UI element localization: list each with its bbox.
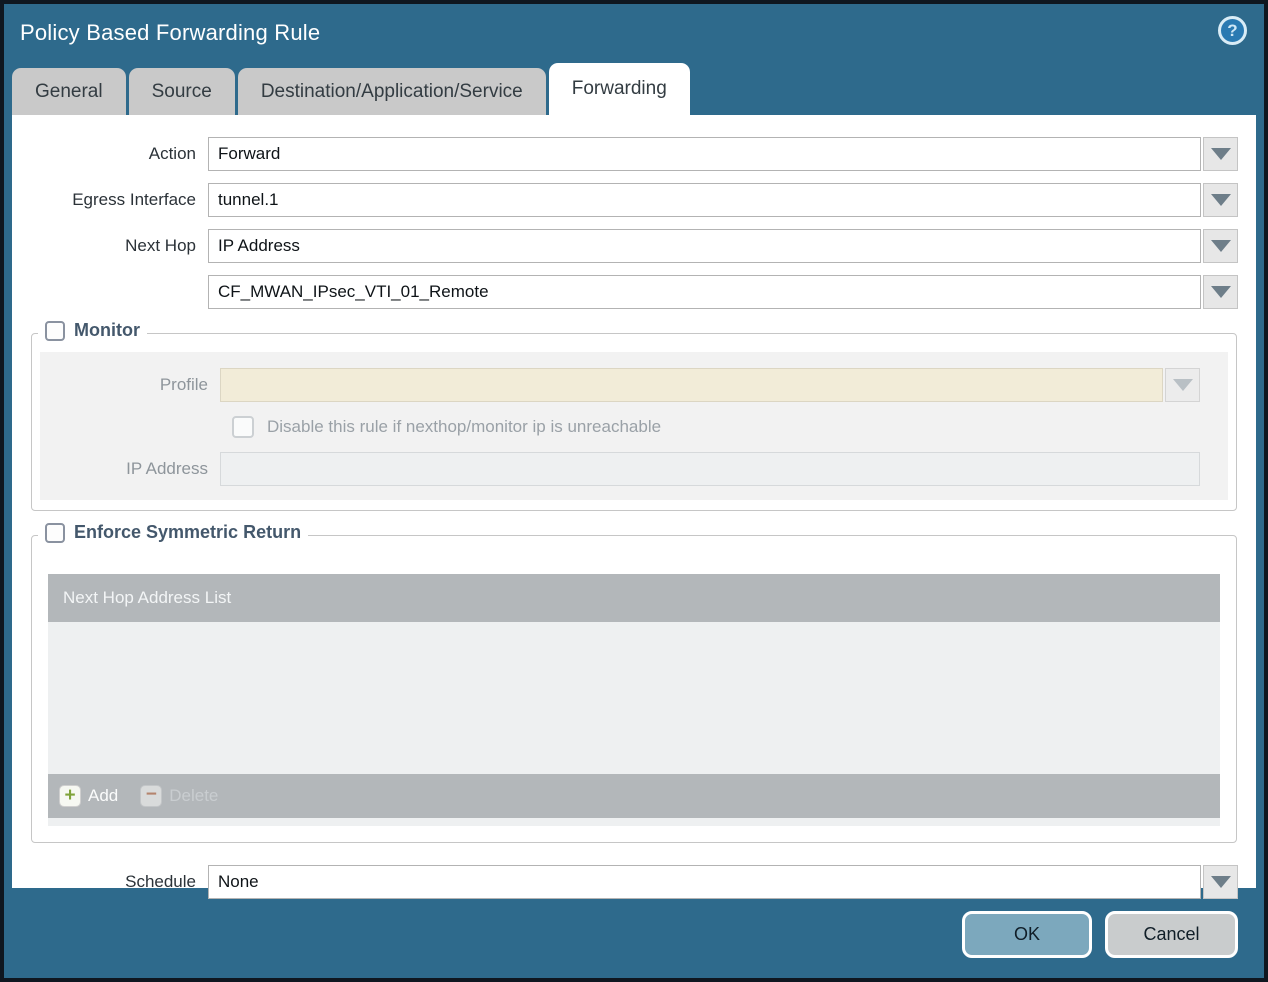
ok-button[interactable]: OK — [962, 911, 1092, 958]
add-button[interactable]: + Add — [59, 785, 118, 807]
minus-icon: − — [140, 785, 163, 807]
action-dropdown-button[interactable] — [1203, 137, 1238, 171]
help-glyph: ? — [1227, 20, 1238, 40]
add-button-label: Add — [88, 786, 119, 805]
policy-based-forwarding-dialog: Policy Based Forwarding Rule ? General S… — [0, 0, 1268, 982]
monitor-legend: Monitor — [38, 320, 147, 341]
monitor-legend-label: Monitor — [74, 320, 140, 340]
chevron-down-icon — [1210, 286, 1231, 298]
plus-icon: + — [59, 785, 81, 807]
egress-interface-label: Egress Interface — [72, 190, 196, 209]
tab-content-forwarding: Action Forward Egress Interface tunnel.1… — [12, 115, 1256, 899]
enforce-symmetric-return-legend-label: Enforce Symmetric Return — [74, 522, 302, 542]
dialog-titlebar: Policy Based Forwarding Rule — [4, 4, 1264, 62]
disable-rule-row: Disable this rule if nexthop/monitor ip … — [232, 416, 1228, 438]
chevron-down-icon — [1210, 194, 1231, 206]
enforce-symmetric-return-checkbox[interactable] — [45, 522, 65, 543]
chevron-down-icon — [1210, 148, 1231, 160]
next-hop-address-list-header-label: Next Hop Address List — [63, 588, 232, 607]
action-label: Action — [148, 144, 196, 163]
delete-button[interactable]: − Delete — [140, 785, 218, 807]
dialog-footer: OK Cancel — [962, 911, 1238, 958]
next-hop-address-select[interactable]: CF_MWAN_IPsec_VTI_01_Remote — [208, 275, 1201, 309]
egress-interface-row: Egress Interface tunnel.1 — [12, 183, 1238, 217]
egress-interface-dropdown-button[interactable] — [1203, 183, 1238, 217]
tab-source[interactable]: Source — [128, 68, 235, 115]
profile-label: Profile — [159, 375, 208, 394]
profile-dropdown-button[interactable] — [1165, 368, 1200, 402]
delete-button-label: Delete — [169, 786, 219, 805]
egress-interface-select[interactable]: tunnel.1 — [208, 183, 1201, 217]
cancel-button[interactable]: Cancel — [1105, 911, 1238, 958]
next-hop-address-row: CF_MWAN_IPsec_VTI_01_Remote — [12, 275, 1238, 309]
next-hop-address-list-header: Next Hop Address List — [48, 574, 1220, 622]
monitor-panel: Profile Disable this rule if nexthop/mon… — [40, 352, 1228, 500]
tab-general-label: General — [35, 80, 103, 102]
tab-forwarding[interactable]: Forwarding — [548, 63, 690, 115]
monitor-checkbox[interactable] — [45, 320, 65, 341]
enforce-symmetric-return-legend: Enforce Symmetric Return — [38, 522, 309, 543]
monitor-fieldset: Monitor Profile Disable this rule if nex… — [31, 320, 1237, 511]
chevron-down-icon — [1210, 876, 1231, 888]
tab-general[interactable]: General — [12, 68, 126, 115]
schedule-label: Schedule — [125, 872, 196, 891]
next-hop-address-dropdown-button[interactable] — [1203, 275, 1238, 309]
tab-bar: General Source Destination/Application/S… — [4, 62, 1264, 115]
monitor-ip-address-input[interactable] — [220, 452, 1200, 486]
tab-destination-label: Destination/Application/Service — [260, 80, 523, 102]
tab-destination-application-service[interactable]: Destination/Application/Service — [237, 68, 546, 115]
tab-source-label: Source — [151, 80, 212, 102]
schedule-dropdown-button[interactable] — [1203, 865, 1238, 899]
action-row: Action Forward — [12, 137, 1238, 171]
enforce-symmetric-return-fieldset: Enforce Symmetric Return Next Hop Addres… — [31, 522, 1237, 843]
next-hop-type-select[interactable]: IP Address — [208, 229, 1201, 263]
table-bottom-strip — [48, 818, 1220, 826]
action-select[interactable]: Forward — [208, 137, 1201, 171]
next-hop-row: Next Hop IP Address — [12, 229, 1238, 263]
next-hop-address-list-body[interactable] — [48, 622, 1220, 774]
monitor-ip-address-label: IP Address — [126, 459, 208, 478]
profile-row: Profile — [40, 368, 1200, 402]
next-hop-label: Next Hop — [125, 236, 196, 255]
disable-rule-label: Disable this rule if nexthop/monitor ip … — [267, 417, 662, 436]
profile-select[interactable] — [220, 368, 1163, 402]
next-hop-type-dropdown-button[interactable] — [1203, 229, 1238, 263]
tab-forwarding-label: Forwarding — [571, 78, 667, 99]
help-icon[interactable]: ? — [1218, 16, 1247, 45]
next-hop-address-list-table: Next Hop Address List + Add − Delete — [48, 574, 1220, 826]
table-toolbar: + Add − Delete — [48, 774, 1220, 818]
dialog-title: Policy Based Forwarding Rule — [20, 20, 321, 45]
chevron-down-icon — [1172, 379, 1193, 391]
schedule-select[interactable]: None — [208, 865, 1201, 899]
schedule-row: Schedule None — [12, 865, 1238, 899]
monitor-ip-address-row: IP Address — [40, 452, 1200, 486]
chevron-down-icon — [1210, 240, 1231, 252]
disable-rule-checkbox[interactable] — [232, 416, 254, 438]
